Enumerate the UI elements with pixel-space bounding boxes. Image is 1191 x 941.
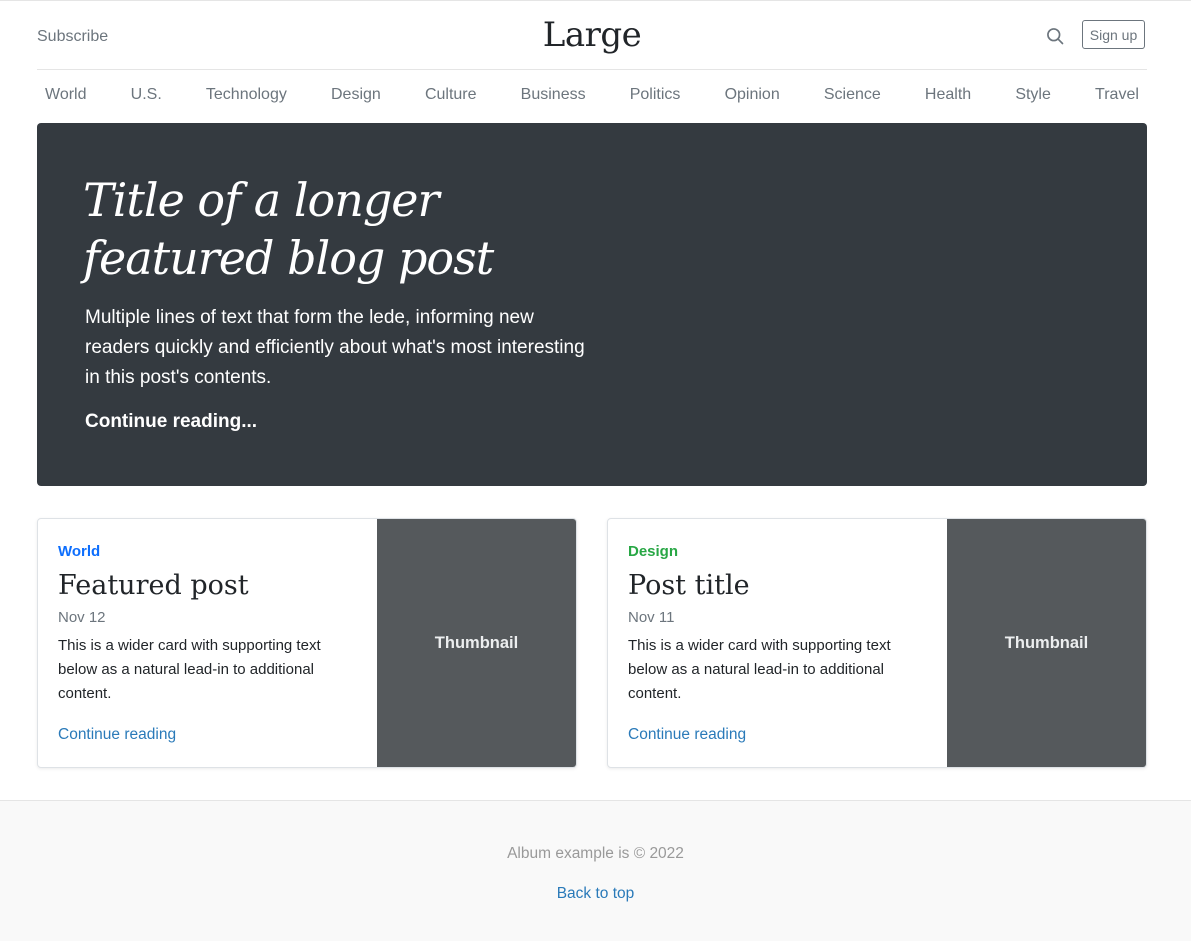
post-card: Design Post title Nov 11 This is a wider… <box>607 518 1147 768</box>
hero-title: Title of a longer featured blog post <box>83 173 494 285</box>
thumbnail-label: Thumbnail <box>1004 633 1089 652</box>
nav-item-technology[interactable]: Technology <box>198 86 295 104</box>
category-nav: World U.S. Technology Design Culture Bus… <box>37 70 1147 120</box>
card-title: Featured post <box>58 570 249 601</box>
nav-item-style[interactable]: Style <box>1007 86 1059 104</box>
sign-up-button[interactable]: Sign up <box>1082 20 1145 49</box>
card-thumbnail: Thumbnail <box>377 519 576 767</box>
card-thumbnail: Thumbnail <box>947 519 1146 767</box>
nav-item-world[interactable]: World <box>37 86 95 104</box>
site-header: Subscribe Large Sign up <box>37 1 1147 70</box>
card-text: This is a wider card with supporting tex… <box>628 637 891 702</box>
nav-item-design[interactable]: Design <box>323 86 389 104</box>
nav-item-travel[interactable]: Travel <box>1087 86 1147 104</box>
site-logo[interactable]: Large <box>37 15 1147 55</box>
search-icon[interactable] <box>1045 26 1065 46</box>
thumbnail-label: Thumbnail <box>434 633 519 652</box>
nav-item-culture[interactable]: Culture <box>417 86 485 104</box>
card-continue-reading-link[interactable]: Continue reading <box>628 726 746 744</box>
hero-continue-reading-link[interactable]: Continue reading... <box>85 411 257 433</box>
card-date: Nov 12 <box>58 609 106 626</box>
card-continue-reading-link[interactable]: Continue reading <box>58 726 176 744</box>
card-category: Design <box>628 543 679 560</box>
site-footer: Album example is © 2022 Back to top <box>0 800 1191 941</box>
nav-item-science[interactable]: Science <box>816 86 889 104</box>
nav-item-business[interactable]: Business <box>513 86 594 104</box>
nav-item-health[interactable]: Health <box>917 86 979 104</box>
hero-lede: Multiple lines of text that form the led… <box>85 307 585 388</box>
nav-item-politics[interactable]: Politics <box>622 86 689 104</box>
card-text: This is a wider card with supporting tex… <box>58 637 321 702</box>
card-title: Post title <box>628 570 750 601</box>
nav-item-opinion[interactable]: Opinion <box>717 86 788 104</box>
featured-hero: Title of a longer featured blog post Mul… <box>37 123 1147 486</box>
back-to-top-link[interactable]: Back to top <box>0 885 1191 903</box>
post-card: World Featured post Nov 12 This is a wid… <box>37 518 577 768</box>
card-date: Nov 11 <box>628 609 675 626</box>
card-category: World <box>58 543 101 560</box>
nav-item-us[interactable]: U.S. <box>123 86 170 104</box>
footer-copyright: Album example is © 2022 <box>507 845 684 862</box>
